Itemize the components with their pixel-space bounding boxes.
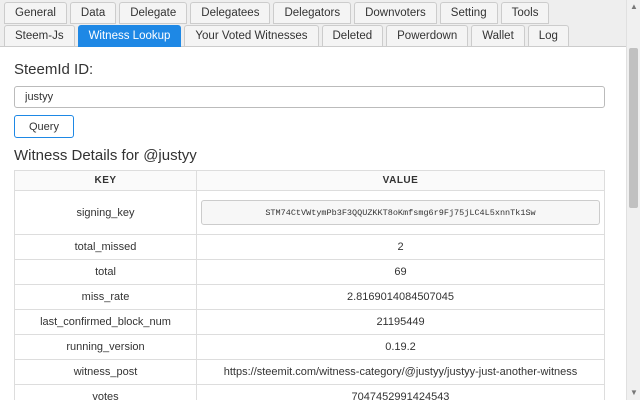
row-value-total: 69 — [196, 259, 605, 285]
witness-details-table: KEY VALUE signing_key STM74CtVWtymPb3F3QQ… — [14, 170, 605, 400]
tab-steem-js[interactable]: Steem-Js — [4, 25, 75, 47]
tab-log[interactable]: Log — [527, 25, 569, 47]
tab-your-voted-witnesses[interactable]: Your Voted Witnesses — [184, 25, 319, 47]
column-header-value: VALUE — [196, 170, 605, 191]
signing-key-value-box: STM74CtVWtymPb3F3QQUZKKT8oKmfsmg6r9Fj75j… — [201, 200, 600, 225]
tab-wallet[interactable]: Wallet — [471, 25, 525, 47]
scroll-thumb[interactable] — [629, 48, 638, 208]
tab-tools[interactable]: Tools — [500, 2, 550, 24]
tab-bar: General Data Delegate Delegatees Delegators D… — [0, 0, 626, 47]
column-header-key: KEY — [14, 170, 197, 191]
witness-lookup-panel: SteemId ID: Query Witness Details for @j… — [0, 61, 626, 400]
row-value-total-missed: 2 — [196, 234, 605, 260]
row-key-miss-rate: miss_rate — [14, 284, 197, 310]
table-row: running_version 0.19.2 — [14, 334, 605, 360]
row-key-last-confirmed-block-num: last_confirmed_block_num — [14, 309, 197, 335]
row-value-signing-key: STM74CtVWtymPb3F3QQUZKKT8oKmfsmg6r9Fj75j… — [196, 190, 605, 235]
row-value-miss-rate: 2.8169014084507045 — [196, 284, 605, 310]
table-row: total 69 — [14, 259, 605, 285]
steem-id-input[interactable] — [14, 86, 605, 108]
row-key-total-missed: total_missed — [14, 234, 197, 260]
tab-row-1: General Data Delegate Delegatees Delegators D… — [4, 2, 626, 24]
row-key-witness-post: witness_post — [14, 359, 197, 385]
row-value-last-confirmed-block-num: 21195449 — [196, 309, 605, 335]
tab-setting[interactable]: Setting — [439, 2, 498, 24]
witness-details-title: Witness Details for @justyy — [14, 147, 197, 164]
row-key-signing-key: signing_key — [14, 190, 197, 235]
vertical-scrollbar[interactable]: ▲ ▼ — [626, 0, 640, 400]
tab-general[interactable]: General — [4, 2, 67, 24]
table-row: signing_key STM74CtVWtymPb3F3QQUZKKT8oKmf… — [14, 190, 605, 235]
row-key-votes: votes — [14, 384, 197, 400]
tab-data[interactable]: Data — [69, 2, 117, 24]
row-value-votes: 7047452991424543 — [196, 384, 605, 400]
table-header-row: KEY VALUE — [14, 170, 605, 191]
table-row: miss_rate 2.8169014084507045 — [14, 284, 605, 310]
tab-delegate[interactable]: Delegate — [119, 2, 188, 24]
row-value-witness-post: https://steemit.com/witness-category/@ju… — [196, 359, 605, 385]
table-row: witness_post https://steemit.com/witness-… — [14, 359, 605, 385]
table-row: votes 7047452991424543 — [14, 384, 605, 400]
table-row: total_missed 2 — [14, 234, 605, 260]
row-key-running-version: running_version — [14, 334, 197, 360]
table-row: last_confirmed_block_num 21195449 — [14, 309, 605, 335]
tab-delegatees[interactable]: Delegatees — [190, 2, 271, 24]
tab-witness-lookup[interactable]: Witness Lookup — [77, 25, 182, 47]
tab-row-2: Steem-Js Witness Lookup Your Voted Witness… — [4, 25, 626, 47]
row-value-running-version: 0.19.2 — [196, 334, 605, 360]
scroll-up-icon[interactable]: ▲ — [627, 0, 640, 14]
scroll-down-icon[interactable]: ▼ — [627, 386, 640, 400]
tab-deleted[interactable]: Deleted — [321, 25, 384, 47]
tab-powerdown[interactable]: Powerdown — [386, 25, 469, 47]
tab-downvoters[interactable]: Downvoters — [354, 2, 437, 24]
query-button[interactable]: Query — [14, 115, 74, 138]
steem-id-label: SteemId ID: — [14, 61, 94, 78]
tab-delegators[interactable]: Delegators — [273, 2, 352, 24]
table-body: signing_key STM74CtVWtymPb3F3QQUZKKT8oKmf… — [14, 190, 605, 400]
row-key-total: total — [14, 259, 197, 285]
extension-popup: General Data Delegate Delegatees Delegators D… — [0, 0, 626, 400]
